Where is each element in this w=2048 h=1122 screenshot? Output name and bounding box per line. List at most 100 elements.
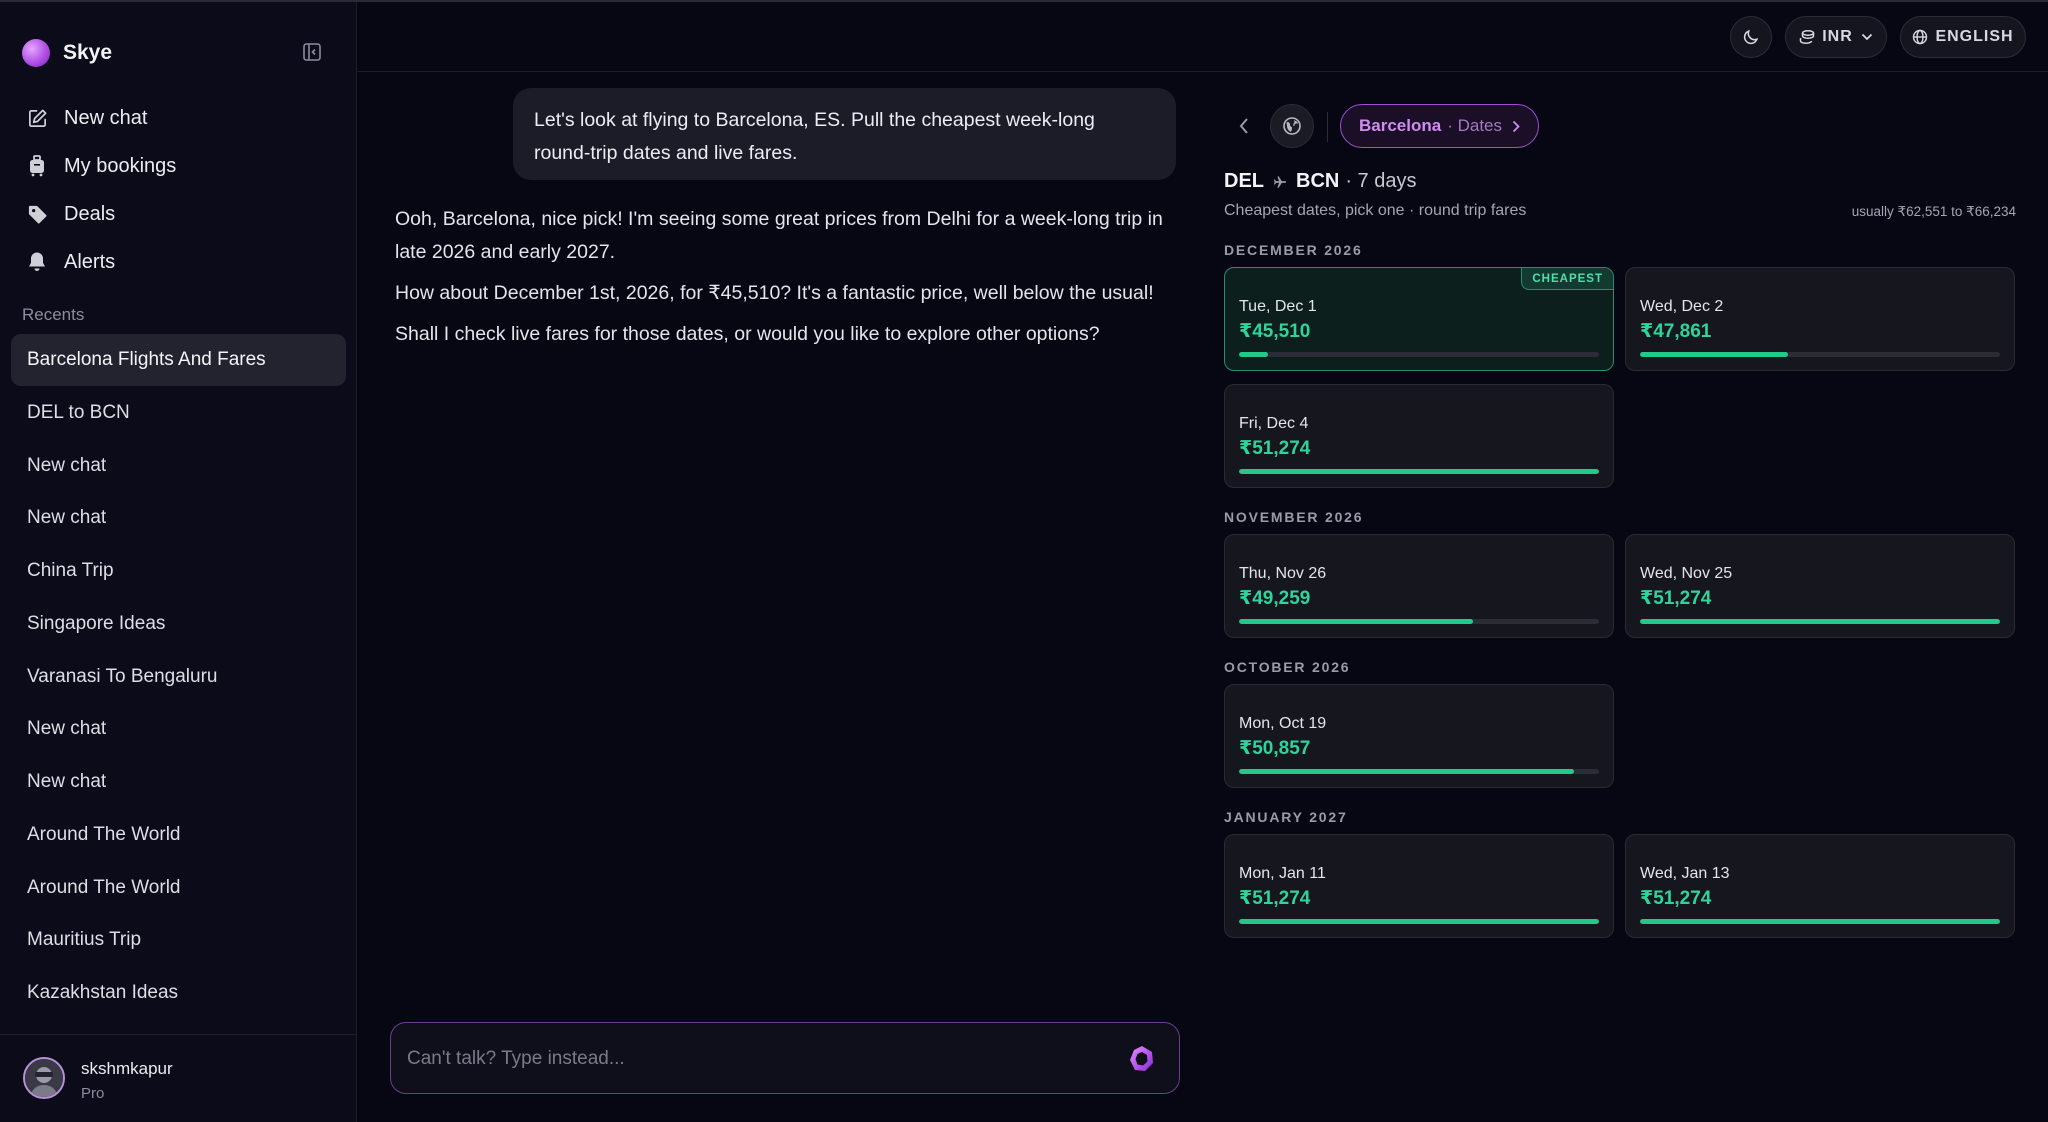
date-card[interactable]: Fri, Dec 4 ₹51,274: [1224, 384, 1614, 488]
avatar: [23, 1057, 65, 1099]
price-bar: [1239, 469, 1599, 474]
recent-item[interactable]: Singapore Ideas: [11, 598, 346, 650]
chevron-down-icon: [1861, 33, 1873, 41]
globe-button[interactable]: [1270, 104, 1314, 148]
price-bar: [1239, 919, 1599, 924]
nav-label: Deals: [64, 202, 116, 225]
nav-label: Alerts: [64, 250, 116, 273]
price-bar: [1239, 352, 1599, 357]
assistant-paragraph: Shall I check live fares for those dates…: [395, 323, 1100, 345]
recents-title: Recents: [22, 305, 85, 324]
date-card[interactable]: Thu, Nov 26 ₹49,259: [1224, 534, 1614, 638]
usual-price-range: usually ₹62,551 to ₹66,234: [1851, 204, 2016, 219]
language-selector[interactable]: ENGLISH: [1900, 16, 2026, 58]
sidebar: Skye New chat My bookings Deals Alerts R…: [0, 2, 357, 1122]
month-label: OCTOBER 2026: [1224, 659, 1351, 675]
date-card-cheapest[interactable]: CHEAPEST Tue, Dec 1 ₹45,510: [1224, 267, 1614, 371]
recent-item[interactable]: Kazakhstan Ideas: [11, 967, 346, 1019]
recent-item[interactable]: New chat: [11, 492, 346, 544]
brand[interactable]: Skye: [22, 36, 112, 70]
panel-subtitle: Cheapest dates, pick one · round trip fa…: [1224, 202, 1527, 219]
recent-item[interactable]: Around The World: [11, 862, 346, 914]
route-summary: DEL BCN · 7 days: [1224, 170, 1417, 193]
luggage-icon: [26, 155, 48, 177]
assistant-message: Ooh, Barcelona, nice pick! I'm seeing so…: [395, 203, 1195, 359]
earth-icon: [1283, 117, 1301, 135]
cheapest-badge: CHEAPEST: [1521, 268, 1613, 290]
price-bar: [1640, 352, 2000, 357]
card-price: ₹49,259: [1239, 588, 1311, 609]
currency-selector[interactable]: INR: [1785, 16, 1887, 58]
destination-city: Barcelona: [1359, 116, 1442, 135]
edit-icon: [26, 107, 48, 129]
brand-name: Skye: [63, 41, 113, 64]
chevron-right-icon: [1512, 120, 1520, 133]
nav-new-chat[interactable]: New chat: [26, 94, 176, 142]
card-date: Wed, Jan 13: [1640, 865, 1730, 882]
nav-alerts[interactable]: Alerts: [26, 238, 176, 286]
trip-duration: · 7 days: [1345, 170, 1417, 192]
globe-icon: [1912, 29, 1928, 45]
date-card[interactable]: Mon, Oct 19 ₹50,857: [1224, 684, 1614, 788]
assistant-paragraph: How about December 1st, 2026, for ₹45,51…: [395, 282, 1154, 304]
recent-item[interactable]: New chat: [11, 440, 346, 492]
user-profile[interactable]: skshmkapur Pro: [0, 1034, 356, 1122]
voice-button[interactable]: [1126, 1043, 1158, 1075]
card-date: Wed, Nov 25: [1640, 565, 1733, 582]
card-date: Fri, Dec 4: [1239, 415, 1309, 432]
nav-deals[interactable]: Deals: [26, 190, 176, 238]
recent-item[interactable]: New chat: [11, 756, 346, 808]
recents-list: Barcelona Flights And Fares DEL to BCN N…: [11, 334, 346, 1020]
card-price: ₹47,861: [1640, 321, 1712, 342]
collapse-sidebar-button[interactable]: [300, 40, 324, 64]
recent-item[interactable]: Mauritius Trip: [11, 914, 346, 966]
destination-sub: · Dates: [1447, 116, 1502, 135]
date-card[interactable]: Wed, Jan 13 ₹51,274: [1625, 834, 2015, 938]
recent-item[interactable]: Varanasi To Bengaluru: [11, 651, 346, 703]
price-bar: [1239, 769, 1599, 774]
card-price: ₹51,274: [1640, 888, 1712, 909]
recent-item[interactable]: New chat: [11, 703, 346, 755]
card-date: Mon, Oct 19: [1239, 715, 1327, 732]
sidebar-toggle-icon: [303, 43, 321, 61]
chat-input[interactable]: [407, 1041, 1087, 1077]
date-card[interactable]: Wed, Nov 25 ₹51,274: [1625, 534, 2015, 638]
brand-logo-icon: [22, 39, 50, 67]
price-bar-fill: [1239, 352, 1268, 357]
price-bar-fill: [1239, 469, 1599, 474]
dates-panel: Barcelona · Dates DEL BCN · 7 days Cheap…: [1224, 104, 2016, 938]
price-bar-fill: [1239, 619, 1473, 624]
voice-orb-icon: [1130, 1046, 1153, 1071]
recent-item[interactable]: Around The World: [11, 809, 346, 861]
card-price: ₹50,857: [1239, 738, 1311, 759]
theme-toggle-button[interactable]: [1730, 16, 1772, 58]
month-label: NOVEMBER 2026: [1224, 509, 1364, 525]
nav-my-bookings[interactable]: My bookings: [26, 142, 176, 190]
month-label: DECEMBER 2026: [1224, 242, 1363, 258]
card-price: ₹51,274: [1640, 588, 1712, 609]
card-price: ₹45,510: [1239, 321, 1311, 342]
nav-label: New chat: [64, 106, 148, 129]
language-label: ENGLISH: [1935, 28, 2014, 45]
currency-label: INR: [1822, 28, 1853, 45]
price-bar-fill: [1640, 919, 2000, 924]
card-date: Tue, Dec 1: [1239, 298, 1317, 315]
username: skshmkapur: [81, 1059, 173, 1078]
card-date: Wed, Dec 2: [1640, 298, 1724, 315]
recent-item[interactable]: China Trip: [11, 545, 346, 597]
user-message: Let's look at flying to Barcelona, ES. P…: [513, 88, 1176, 180]
date-card[interactable]: Wed, Dec 2 ₹47,861: [1625, 267, 2015, 371]
date-card[interactable]: Mon, Jan 11 ₹51,274: [1224, 834, 1614, 938]
card-price: ₹51,274: [1239, 888, 1311, 909]
moon-icon: [1742, 28, 1760, 46]
destination-pill[interactable]: Barcelona · Dates: [1340, 104, 1539, 148]
header-divider: [1327, 112, 1328, 142]
recent-item[interactable]: DEL to BCN: [11, 387, 346, 439]
recent-item-active[interactable]: Barcelona Flights And Fares: [11, 334, 346, 386]
assistant-paragraph: Ooh, Barcelona, nice pick! I'm seeing so…: [395, 208, 1163, 263]
origin-code: DEL: [1224, 170, 1264, 192]
card-price: ₹51,274: [1239, 438, 1311, 459]
topbar: INR ENGLISH: [357, 2, 2048, 72]
back-button[interactable]: [1232, 114, 1256, 138]
price-bar: [1640, 919, 2000, 924]
